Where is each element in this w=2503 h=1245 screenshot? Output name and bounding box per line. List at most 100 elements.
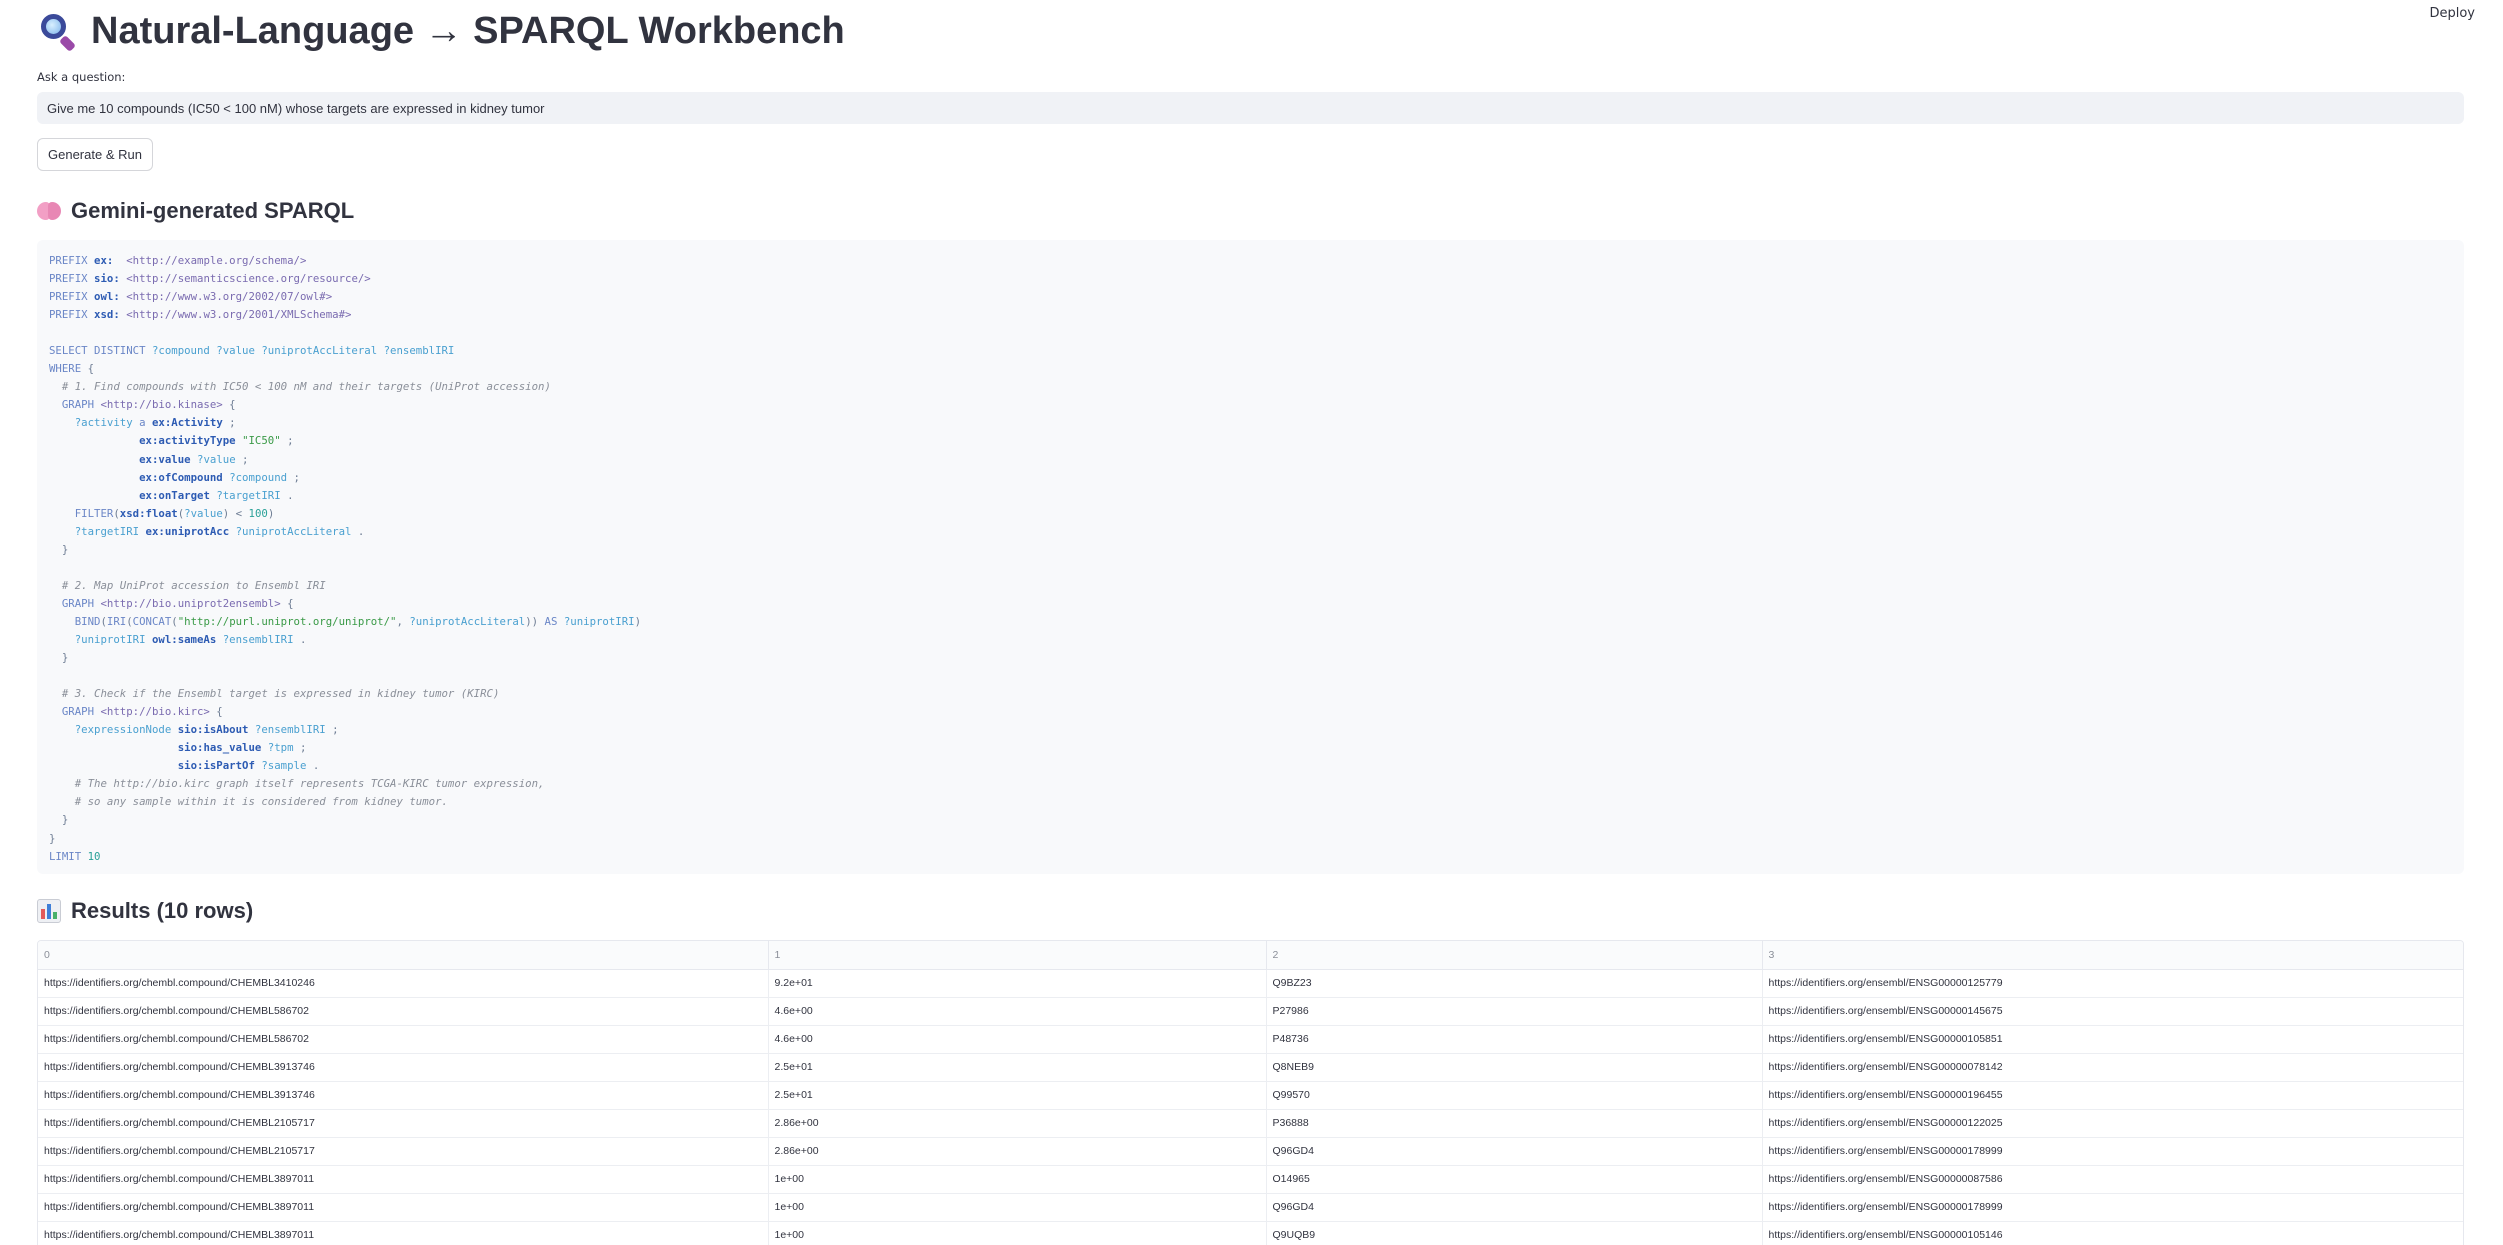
table-cell[interactable]: 4.6e+00 [768, 997, 1267, 1026]
table-cell[interactable]: 2.86e+00 [768, 1109, 1267, 1138]
table-cell[interactable]: P27986 [1266, 997, 1763, 1026]
table-cell[interactable]: https://identifiers.org/ensembl/ENSG0000… [1762, 1165, 2463, 1194]
code-token: <http://bio.kirc> [100, 705, 210, 719]
table-cell[interactable]: https://identifiers.org/ensembl/ENSG0000… [1762, 1221, 2463, 1245]
table-cell[interactable]: 2.5e+01 [768, 1053, 1267, 1082]
table-cell[interactable]: https://identifiers.org/chembl.compound/… [38, 1137, 769, 1166]
code-line: # 3. Check if the Ensembl target is expr… [49, 685, 2452, 703]
table-cell[interactable]: https://identifiers.org/chembl.compound/… [38, 1081, 769, 1110]
results-section-title: Results (10 rows) [71, 898, 254, 923]
code-token: ?value [184, 506, 223, 520]
column-header[interactable]: 3 [1762, 941, 2463, 970]
table-row: https://identifiers.org/chembl.compound/… [38, 997, 2463, 1026]
table-row: https://identifiers.org/chembl.compound/… [38, 1081, 2463, 1110]
table-cell[interactable]: https://identifiers.org/chembl.compound/… [38, 969, 769, 998]
table-cell[interactable]: https://identifiers.org/chembl.compound/… [38, 1025, 769, 1054]
code-token: )) [525, 614, 545, 628]
code-token: IRI [106, 614, 127, 628]
code-token: # so any sample within it is considered … [49, 795, 448, 809]
page-header: Natural-Language → SPARQL Workbench [37, 0, 2464, 62]
table-cell[interactable]: 9.2e+01 [768, 969, 1267, 998]
results-table[interactable]: 0123 https://identifiers.org/chembl.comp… [37, 940, 2464, 1245]
code-token: ?targetIRI [49, 524, 146, 538]
code-token: a [139, 416, 152, 430]
code-token: CONCAT [132, 614, 172, 628]
code-token: GRAPH [49, 596, 101, 610]
table-cell[interactable]: Q9UQB9 [1266, 1221, 1763, 1245]
code-line: ex:onTarget ?targetIRI . [49, 487, 2452, 505]
code-token: ex: [94, 254, 114, 267]
table-cell[interactable]: https://identifiers.org/ensembl/ENSG0000… [1762, 1025, 2463, 1054]
code-token: ?tpm [267, 741, 294, 755]
table-cell[interactable]: https://identifiers.org/ensembl/ENSG0000… [1762, 1081, 2463, 1110]
code-line: } [49, 830, 2452, 848]
table-cell[interactable]: O14965 [1266, 1165, 1763, 1194]
code-token: } [49, 813, 69, 827]
code-line: ex:value ?value ; [49, 451, 2452, 469]
table-cell[interactable]: Q96GD4 [1266, 1193, 1763, 1222]
code-token: <http://bio.uniprot2ensembl> [100, 596, 281, 610]
code-token: ?uniprotIRI [563, 614, 635, 628]
code-token: ; [293, 741, 307, 755]
code-token: ex:uniprotAcc [145, 524, 230, 538]
table-cell[interactable]: https://identifiers.org/ensembl/ENSG0000… [1762, 997, 2463, 1026]
table-cell[interactable]: Q96GD4 [1266, 1137, 1763, 1166]
code-token: WHERE [49, 362, 82, 376]
table-cell[interactable]: https://identifiers.org/ensembl/ENSG0000… [1762, 1053, 2463, 1082]
code-token: "http://purl.uniprot.org/uniprot/" [177, 614, 397, 628]
table-cell[interactable]: 4.6e+00 [768, 1025, 1267, 1054]
code-token: xsd:float [119, 506, 178, 520]
table-cell[interactable]: https://identifiers.org/chembl.compound/… [38, 1221, 769, 1245]
code-token: <http://bio.kinase> [100, 398, 223, 412]
column-header[interactable]: 1 [768, 941, 1267, 970]
table-cell[interactable]: Q9BZ23 [1266, 969, 1763, 998]
column-header[interactable]: 2 [1266, 941, 1763, 970]
table-cell[interactable]: https://identifiers.org/chembl.compound/… [38, 997, 769, 1026]
code-token: AS [544, 614, 564, 628]
question-input[interactable] [37, 92, 2464, 124]
table-cell[interactable]: 1e+00 [768, 1165, 1267, 1194]
table-cell[interactable]: https://identifiers.org/chembl.compound/… [38, 1053, 769, 1082]
table-cell[interactable]: https://identifiers.org/ensembl/ENSG0000… [1762, 969, 2463, 998]
code-token: ?uniprotIRI [49, 632, 152, 646]
table-cell[interactable]: P48736 [1266, 1025, 1763, 1054]
code-line: # 1. Find compounds with IC50 < 100 nM a… [49, 378, 2452, 396]
main-content: Natural-Language → SPARQL Workbench Ask … [37, 0, 2464, 1245]
code-token: ?expressionNode [49, 723, 178, 737]
table-cell[interactable]: https://identifiers.org/chembl.compound/… [38, 1109, 769, 1138]
column-header[interactable]: 0 [38, 941, 769, 970]
generate-run-button[interactable]: Generate & Run [37, 138, 153, 171]
code-token: ; [287, 470, 300, 484]
sparql-code-block[interactable]: PREFIX ex: <http://example.org/schema/> P… [37, 240, 2464, 874]
table-cell[interactable]: P36888 [1266, 1109, 1763, 1138]
table-cell[interactable]: https://identifiers.org/ensembl/ENSG0000… [1762, 1193, 2463, 1222]
code-token: ?activity [49, 416, 140, 430]
table-cell[interactable]: https://identifiers.org/ensembl/ENSG0000… [1762, 1109, 2463, 1138]
table-cell[interactable]: Q99570 [1266, 1081, 1763, 1110]
table-cell[interactable]: 2.86e+00 [768, 1137, 1267, 1166]
table-header-row: 0123 [38, 941, 2463, 970]
code-token: ex:value [139, 452, 191, 466]
code-token: sio:has_value [177, 741, 262, 755]
code-token: ) < [222, 506, 249, 520]
code-token: } [49, 831, 56, 845]
table-cell[interactable]: 1e+00 [768, 1221, 1267, 1245]
code-line: PREFIX xsd: <http://www.w3.org/2001/XMLS… [49, 306, 2452, 324]
table-cell[interactable]: https://identifiers.org/chembl.compound/… [38, 1165, 769, 1194]
code-token: sio:isAbout [177, 723, 249, 737]
code-token: ex:onTarget [139, 488, 210, 502]
code-token: } [49, 542, 69, 556]
table-cell[interactable]: 1e+00 [768, 1193, 1267, 1222]
table-cell[interactable]: Q8NEB9 [1266, 1053, 1763, 1082]
table-cell[interactable]: 2.5e+01 [768, 1081, 1267, 1110]
code-line: ?targetIRI ex:uniprotAcc ?uniprotAccLite… [49, 523, 2452, 541]
code-token: PREFIX [49, 308, 95, 322]
table-cell[interactable]: https://identifiers.org/ensembl/ENSG0000… [1762, 1137, 2463, 1166]
table-cell[interactable]: https://identifiers.org/chembl.compound/… [38, 1193, 769, 1222]
code-token: ?value [197, 452, 236, 466]
code-token: BIND [49, 614, 101, 628]
